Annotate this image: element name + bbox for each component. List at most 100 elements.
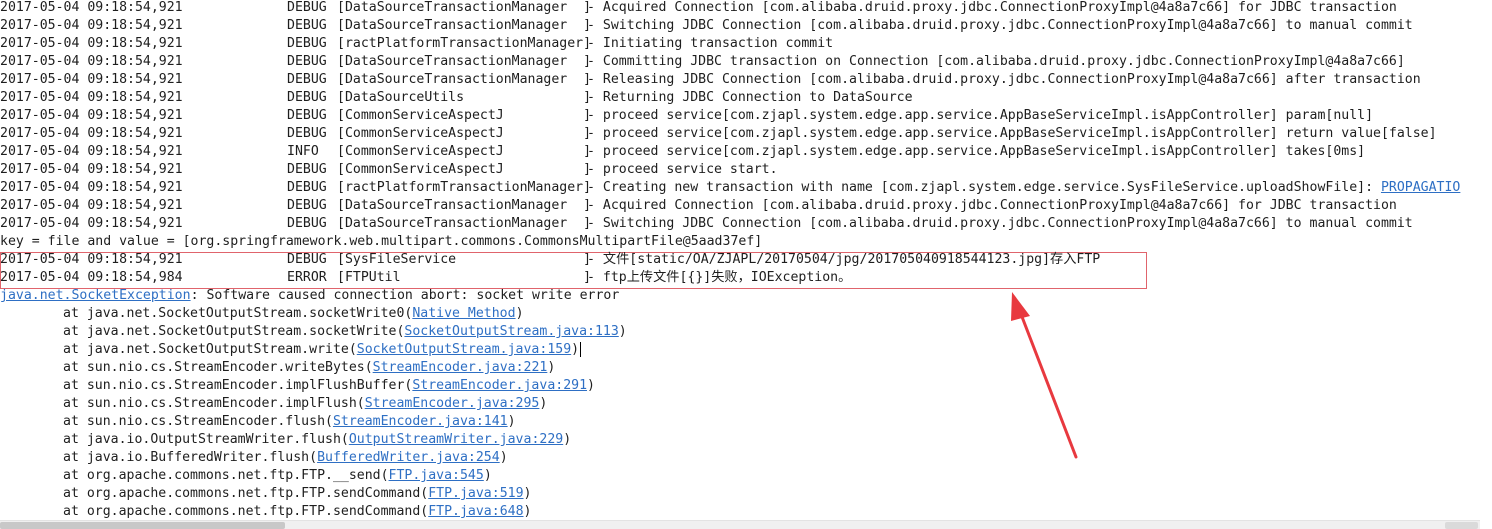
log-timestamp: 2017-05-04 09:18:54,921 — [0, 36, 183, 51]
frame-method: at org.apache.commons.net.ftp.FTP.__send… — [63, 468, 389, 483]
log-level: INFO — [287, 144, 319, 159]
exception-class-link[interactable]: java.net.SocketException — [0, 288, 191, 303]
frame-paren: ) — [523, 486, 532, 501]
horizontal-scroll-thumb[interactable] — [0, 522, 285, 529]
log-message: - proceed service[com.zjapl.system.edge.… — [587, 108, 1374, 123]
frame-method: at org.apache.commons.net.ftp.FTP.sendCo… — [63, 486, 429, 501]
frame-source-link[interactable]: SocketOutputStream.java:113 — [404, 324, 618, 339]
propagation-link[interactable]: PROPAGATIO — [1381, 180, 1460, 195]
log-message: - Acquired Connection [com.alibaba.druid… — [587, 0, 1397, 15]
log-level: ERROR — [287, 270, 327, 285]
frame-method: at sun.nio.cs.StreamEncoder.implFlushBuf… — [63, 378, 413, 393]
frame-source-link[interactable]: OutputStreamWriter.java:229 — [349, 432, 563, 447]
horizontal-scrollbar[interactable] — [0, 520, 1480, 529]
log-category: [CommonServiceAspectJ ] — [337, 108, 592, 123]
log-timestamp: 2017-05-04 09:18:54,921 — [0, 108, 183, 123]
log-message: - Switching JDBC Connection [com.alibaba… — [587, 18, 1413, 33]
log-message: - proceed service start. — [587, 162, 778, 177]
log-timestamp: 2017-05-04 09:18:54,921 — [0, 126, 183, 141]
frame-source-link[interactable]: StreamEncoder.java:295 — [365, 396, 540, 411]
frame-source-link[interactable]: FTP.java:648 — [428, 504, 523, 519]
frame-method: at java.io.OutputStreamWriter.flush( — [63, 432, 349, 447]
log-level: DEBUG — [287, 90, 327, 105]
frame-paren: ) — [563, 432, 572, 447]
log-level: DEBUG — [287, 108, 327, 123]
log-message: - Committing JDBC transaction on Connect… — [587, 54, 1405, 69]
frame-method: at java.net.SocketOutputStream.write( — [63, 342, 357, 357]
frame-paren: ) — [571, 342, 580, 357]
frame-paren: ) — [539, 396, 548, 411]
frame-source-link[interactable]: Native Method — [412, 306, 515, 321]
log-timestamp: 2017-05-04 09:18:54,921 — [0, 0, 183, 15]
log-timestamp: 2017-05-04 09:18:54,921 — [0, 90, 183, 105]
log-timestamp: 2017-05-04 09:18:54,921 — [0, 180, 183, 195]
log-category: [DataSourceTransactionManager ] — [337, 0, 592, 15]
log-timestamp: 2017-05-04 09:18:54,921 — [0, 54, 183, 69]
log-category: [SysFileService ] — [337, 252, 592, 267]
log-category: [DataSourceTransactionManager ] — [337, 18, 592, 33]
log-category: [DataSourceTransactionManager ] — [337, 54, 592, 69]
log-category: [DataSourceTransactionManager ] — [337, 216, 592, 231]
log-level: DEBUG — [287, 216, 327, 231]
log-timestamp: 2017-05-04 09:18:54,984 — [0, 270, 183, 285]
log-category: [CommonServiceAspectJ ] — [337, 126, 592, 141]
plain-log-line: key = file and value = [org.springframew… — [0, 234, 763, 249]
log-category: [ractPlatformTransactionManager] — [337, 180, 592, 195]
exception-line: java.net.SocketException: Software cause… — [0, 287, 619, 305]
frame-source-link[interactable]: SocketOutputStream.java:159 — [357, 342, 571, 357]
log-timestamp: 2017-05-04 09:18:54,921 — [0, 18, 183, 33]
log-level: DEBUG — [287, 0, 327, 15]
frame-source-link[interactable]: StreamEncoder.java:221 — [373, 360, 548, 375]
log-category: [DataSourceUtils ] — [337, 90, 592, 105]
log-level: DEBUG — [287, 162, 327, 177]
log-level: DEBUG — [287, 180, 327, 195]
console-output[interactable]: 2017-05-04 09:18:54,921 DEBUG [DataSourceT… — [0, 0, 1480, 520]
log-message: - proceed service[com.zjapl.system.edge.… — [587, 144, 1366, 159]
frame-paren: ) — [483, 468, 492, 483]
frame-source-link[interactable]: StreamEncoder.java:141 — [333, 414, 508, 429]
log-message: - Switching JDBC Connection [com.alibaba… — [587, 216, 1413, 231]
log-message: - proceed service[com.zjapl.system.edge.… — [587, 126, 1437, 141]
log-message: - Initiating transaction commit — [587, 36, 834, 51]
log-category: [FTPUtil ] — [337, 270, 592, 285]
log-category: [DataSourceTransactionManager ] — [337, 72, 592, 87]
frame-paren: ) — [587, 378, 595, 393]
log-level: DEBUG — [287, 198, 327, 213]
log-category: [CommonServiceAspectJ ] — [337, 144, 592, 159]
log-level: DEBUG — [287, 126, 327, 141]
frame-paren: ) — [547, 360, 556, 375]
frame-method: at java.net.SocketOutputStream.socketWri… — [63, 324, 405, 339]
log-category: [DataSourceTransactionManager ] — [337, 198, 592, 213]
log-level: DEBUG — [287, 72, 327, 87]
exception-message: : Software caused connection abort: sock… — [190, 288, 620, 303]
scroll-corner-segment[interactable] — [1445, 522, 1478, 529]
log-message: - Releasing JDBC Connection [com.alibaba… — [587, 72, 1421, 87]
log-category: [ractPlatformTransactionManager] — [337, 36, 592, 51]
log-timestamp: 2017-05-04 09:18:54,921 — [0, 216, 183, 231]
log-level: DEBUG — [287, 18, 327, 33]
frame-method: at java.net.SocketOutputStream.socketWri… — [63, 306, 413, 321]
log-message: - ftp上传文件[{}]失败，IOException。 — [587, 270, 852, 285]
frame-method: at org.apache.commons.net.ftp.FTP.sendCo… — [63, 504, 429, 519]
frame-method: at sun.nio.cs.StreamEncoder.writeBytes( — [63, 360, 373, 375]
log-timestamp: 2017-05-04 09:18:54,921 — [0, 252, 183, 267]
frame-method: at sun.nio.cs.StreamEncoder.flush( — [63, 414, 333, 429]
log-message-text: - Creating new transaction with name [co… — [587, 180, 1381, 195]
frame-source-link[interactable]: StreamEncoder.java:291 — [412, 378, 587, 393]
frame-paren: ) — [499, 450, 508, 465]
log-message: - Returning JDBC Connection to DataSourc… — [587, 90, 913, 105]
text-cursor — [580, 341, 582, 357]
log-timestamp: 2017-05-04 09:18:54,921 — [0, 162, 183, 177]
frame-source-link[interactable]: FTP.java:545 — [389, 468, 484, 483]
frame-source-link[interactable]: FTP.java:519 — [428, 486, 523, 501]
log-message: - Acquired Connection [com.alibaba.druid… — [587, 198, 1397, 213]
frame-source-link[interactable]: BufferedWriter.java:254 — [317, 450, 500, 465]
vertical-scrollbar[interactable] — [1480, 0, 1492, 529]
frame-paren: ) — [507, 414, 516, 429]
log-category: [CommonServiceAspectJ ] — [337, 162, 592, 177]
log-timestamp: 2017-05-04 09:18:54,921 — [0, 72, 183, 87]
log-level: DEBUG — [287, 36, 327, 51]
log-message: - 文件[static/OA/ZJAPL/20170504/jpg/201705… — [587, 252, 1101, 267]
frame-method: at java.io.BufferedWriter.flush( — [63, 450, 318, 465]
log-timestamp: 2017-05-04 09:18:54,921 — [0, 144, 183, 159]
